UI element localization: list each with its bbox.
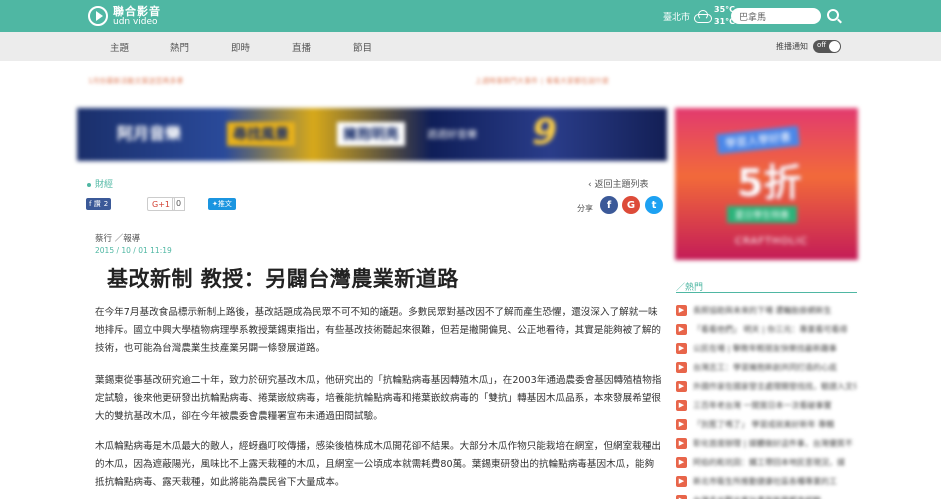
hot-rank-badge: ▶ [676, 361, 687, 373]
hot-list-item[interactable]: ▶ 外國作家在國家發言處理開發找找，驗證入文化 [676, 378, 857, 394]
hot-list-item[interactable]: ▶ 長照協助與未來的下場 遭輪胎掛網新生 [676, 302, 857, 318]
hot-item-title: 彰化首度辦理 | 媒體做好這件事，台灣優質不 [693, 438, 853, 448]
hot-rank-badge: ▶ [676, 494, 687, 499]
hot-item-title: 外國作家在國家發言處理開發找找，驗證入文化 [693, 381, 857, 391]
logo-name: 聯合影音 [113, 4, 161, 18]
back-label: 返回主題列表 [594, 180, 649, 190]
nav-programs[interactable]: 節目 [353, 40, 372, 54]
hot-rank-badge: ▶ [676, 456, 687, 468]
hot-list-item[interactable]: ▶ 台灣走出觀光客計畫與新興都市經驗 [676, 492, 857, 499]
nav-live[interactable]: 直播 [292, 40, 311, 54]
top-header-bar: 聯合影音 udn video 臺北市 35°C 31°C [0, 0, 941, 32]
hot-rank-badge: ▶ [676, 399, 687, 411]
weather-city: 臺北市 [663, 12, 691, 23]
side-ad-discount: 5折 [737, 161, 802, 205]
push-notify-label: 推播通知 [776, 42, 808, 51]
article-paragraph: 在今年7月基改食品標示新制上路後，基改話題成為民眾不可不知的議題。多數民眾對基改… [95, 307, 662, 354]
search-icon[interactable] [827, 9, 839, 21]
share-twitter-icon[interactable]: t [645, 196, 663, 214]
hot-rank-badge: ▶ [676, 342, 687, 354]
article-title: 基改新制 教授：另闢台灣農業新道路 [107, 267, 459, 291]
cloud-sun-icon [694, 10, 713, 23]
promo-link-left[interactable]: 1月份最新活動文案送您再多拿 [88, 76, 183, 86]
hot-item-title: 三百年老台灣 一間賞日本一次看破事實 [693, 400, 832, 410]
banner-ad-text: 尋找風景 [227, 122, 295, 146]
gplus-count: 0 [172, 197, 185, 211]
gplus-button[interactable]: G+1 [147, 197, 175, 211]
main-nav-bar: 主題 熱門 即時 直播 節目 推播通知 [0, 32, 941, 61]
hot-rank-badge: ▶ [676, 304, 687, 316]
banner-ad[interactable]: 阿月音樂 尋找風景 擁抱明亮 週週好音樂 9 [77, 108, 667, 161]
hot-list-item[interactable]: ▶ 阿伯的乾坑田：鐵工帶回本地民意現況，媒 [676, 454, 857, 470]
push-notify-toggle[interactable]: off [813, 40, 841, 53]
article-date: 2015 / 10 / 01 11:19 [95, 246, 172, 255]
article-paragraph: 木瓜輪點病毒是木瓜最大的敵人，經蚜蟲叮咬傳播，感染後植株成木瓜開花卻不結果。大部… [95, 441, 662, 488]
logo-subtitle: udn video [113, 16, 158, 27]
hot-list-item[interactable]: ▶ 台灣志工：學習擁抱新創共同打造的心底 [676, 359, 857, 375]
hot-list-item[interactable]: ▶ 公民在場 | 擊敗年輕朋友快樂找最新趣事 [676, 340, 857, 356]
toggle-knob [829, 41, 840, 52]
share-gplus-icon[interactable]: G [622, 196, 640, 214]
share-facebook-icon[interactable]: f [600, 196, 618, 214]
fb-like-label: f 讚 [89, 200, 101, 208]
hot-rank-badge: ▶ [676, 437, 687, 449]
nav-popular[interactable]: 熱門 [170, 40, 189, 54]
back-to-topics-link[interactable]: ‹ 返回主題列表 [588, 177, 648, 190]
play-logo-icon [88, 6, 108, 26]
tweet-button[interactable]: ✦ 推文 [208, 198, 236, 210]
site-logo[interactable]: 聯合影音 udn video [88, 4, 161, 28]
hot-item-title: 台灣志工：學習擁抱新創共同打造的心底 [693, 362, 837, 372]
nav-topics[interactable]: 主題 [110, 40, 129, 54]
hot-list-item[interactable]: ▶ 新北市衛生所推動健康社區各種專業的工 [676, 473, 857, 489]
article-byline: 蔡行 ／報導 [95, 234, 141, 244]
share-label: 分享 [577, 204, 593, 213]
category-breadcrumb[interactable]: 財經 [87, 177, 113, 190]
hot-item-title: 長照協助與未來的下場 遭輪胎掛網新生 [693, 305, 832, 315]
hot-list-item[interactable]: ▶ 彰化首度辦理 | 媒體做好這件事，台灣優質不 [676, 435, 857, 451]
category-label: 財經 [95, 180, 114, 190]
side-ad[interactable]: 學習人學好書 5折 夏日學生特惠 CRAFTHOLIC [675, 108, 858, 260]
side-ad-caption: 夏日學生特惠 [727, 206, 798, 223]
nav-latest[interactable]: 即時 [231, 40, 250, 54]
gplus-label: G+1 [152, 199, 170, 209]
hot-rank-badge: ▶ [676, 418, 687, 430]
hot-list-divider [676, 292, 857, 293]
search-input[interactable] [731, 8, 821, 24]
banner-ad-number: 9 [532, 112, 558, 153]
toggle-state-label: off [817, 41, 827, 49]
hot-rank-badge: ▶ [676, 323, 687, 335]
hot-item-title: 台灣走出觀光客計畫與新興都市經驗 [693, 495, 821, 499]
hot-item-title: 「別惹了嗎了」 學習成就美好新年 專輯 [693, 419, 835, 429]
side-ad-tag: 學習人學好書 [716, 125, 800, 155]
facebook-like-button[interactable]: f 讚 2 [86, 198, 112, 210]
weather-widget: 臺北市 35°C 31°C [663, 3, 735, 29]
fb-like-count: 2 [103, 200, 109, 208]
hot-list-item[interactable]: ▶ 「別惹了嗎了」 學習成就美好新年 專輯 [676, 416, 857, 432]
hot-list-item[interactable]: ▶ 三百年老台灣 一間賞日本一次看破事實 [676, 397, 857, 413]
banner-ad-text: 週週好音樂 [427, 130, 477, 141]
hot-list-item[interactable]: ▶ 「看看他們」 明天 | 你三元：專業看可看得 [676, 321, 857, 337]
banner-ad-text: 擁抱明亮 [337, 122, 405, 146]
article-paragraph: 葉錫東從事基改研究逾二十年，致力於研究基改木瓜，他研究出的「抗輪點病毒基因轉殖木… [95, 375, 662, 422]
tweet-label: 推文 [217, 200, 232, 208]
hot-item-title: 新北市衛生所推動健康社區各種專業的工 [693, 476, 837, 486]
hot-item-title: 公民在場 | 擊敗年輕朋友快樂找最新趣事 [693, 343, 837, 353]
side-ad-brand: CRAFTHOLIC [735, 236, 808, 247]
banner-ad-text: 阿月音樂 [117, 124, 182, 143]
hot-item-title: 阿伯的乾坑田：鐵工帶回本地民意現況，媒 [693, 457, 845, 467]
hot-item-title: 「看看他們」 明天 | 你三元：專業看可看得 [693, 324, 848, 334]
promo-link-right[interactable]: 上週時事熱門大事件 ∣ 看看大家都在說什麼 [475, 76, 609, 86]
category-dot-icon [87, 182, 91, 187]
logo-text: 聯合影音 udn video [113, 6, 161, 27]
hot-rank-badge: ▶ [676, 475, 687, 487]
hot-rank-badge: ▶ [676, 380, 687, 392]
